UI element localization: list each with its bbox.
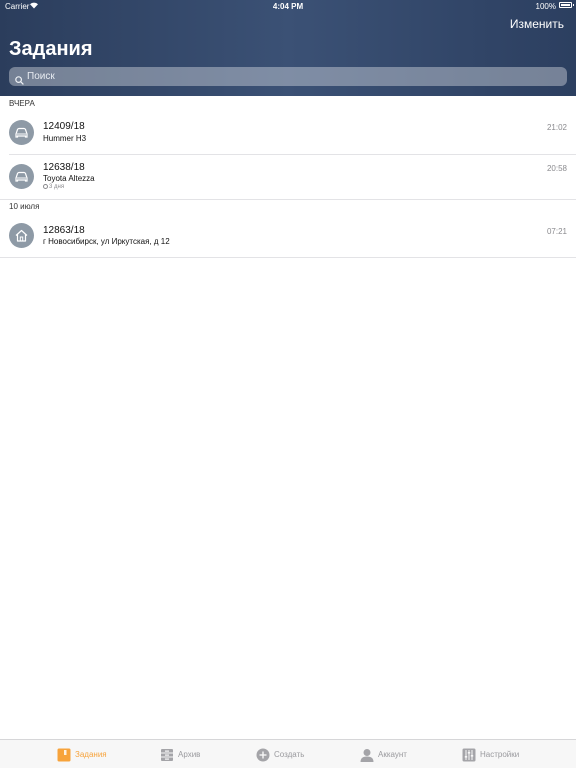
search-icon (15, 72, 24, 85)
tab-settings[interactable]: Настройки (462, 740, 519, 768)
row-divider (0, 199, 576, 200)
tab-label: Настройки (480, 750, 520, 759)
page-title: Задания (9, 38, 93, 60)
status-bar: Carrier 4:04 PM 100% (0, 0, 576, 12)
search-input[interactable] (27, 67, 557, 86)
sliders-icon (462, 748, 476, 762)
house-icon (9, 223, 34, 248)
tab-label: Архив (178, 750, 201, 759)
tab-bar: Задания Архив Создать Аккаунт Настройки (0, 739, 576, 768)
car-icon (9, 120, 34, 145)
task-number: 12863/18 (43, 225, 85, 236)
task-subtitle: Hummer H3 (43, 134, 87, 143)
task-number: 12638/18 (43, 162, 85, 173)
task-subtitle: г Новосибирск, ул Иркутская, д 12 (43, 237, 170, 246)
tab-tasks[interactable]: Задания (57, 740, 107, 768)
task-time: 21:02 (546, 123, 567, 132)
task-time: 07:21 (546, 227, 567, 236)
edit-button[interactable]: Изменить (510, 17, 564, 31)
tab-label: Аккаунт (378, 750, 407, 759)
battery-percent: 100% (535, 2, 556, 11)
car-icon (9, 164, 34, 189)
task-row[interactable]: 12863/18 г Новосибирск, ул Иркутская, д … (0, 213, 576, 258)
task-time: 20:58 (546, 164, 567, 173)
plus-circle-icon (256, 748, 270, 762)
archive-icon (160, 748, 174, 762)
search-bar[interactable] (9, 67, 567, 86)
section-header-july10: 10 июля (9, 202, 40, 211)
tab-label: Создать (274, 750, 305, 759)
tab-create[interactable]: Создать (256, 740, 304, 768)
tab-archive[interactable]: Архив (160, 740, 200, 768)
clock-icon (43, 184, 48, 189)
task-subtitle: Toyota Altezza (43, 174, 95, 183)
task-row[interactable]: 12638/18 Toyota Altezza 3 дня 20:58 (0, 155, 576, 200)
battery-icon (559, 2, 574, 8)
nav-header: Carrier 4:04 PM 100% Изменить Задания (0, 0, 576, 96)
task-row[interactable]: 12409/18 Hummer H3 21:02 (0, 110, 576, 155)
section-header-yesterday: ВЧЕРА (9, 99, 35, 108)
row-divider (0, 257, 576, 258)
tasks-icon (57, 748, 71, 762)
person-icon (360, 748, 374, 762)
task-age: 3 дня (43, 184, 64, 190)
clock-time: 4:04 PM (272, 2, 304, 11)
task-number: 12409/18 (43, 121, 85, 132)
task-age-label: 3 дня (49, 184, 65, 190)
tab-label: Задания (75, 750, 107, 759)
tab-account[interactable]: Аккаунт (360, 740, 407, 768)
